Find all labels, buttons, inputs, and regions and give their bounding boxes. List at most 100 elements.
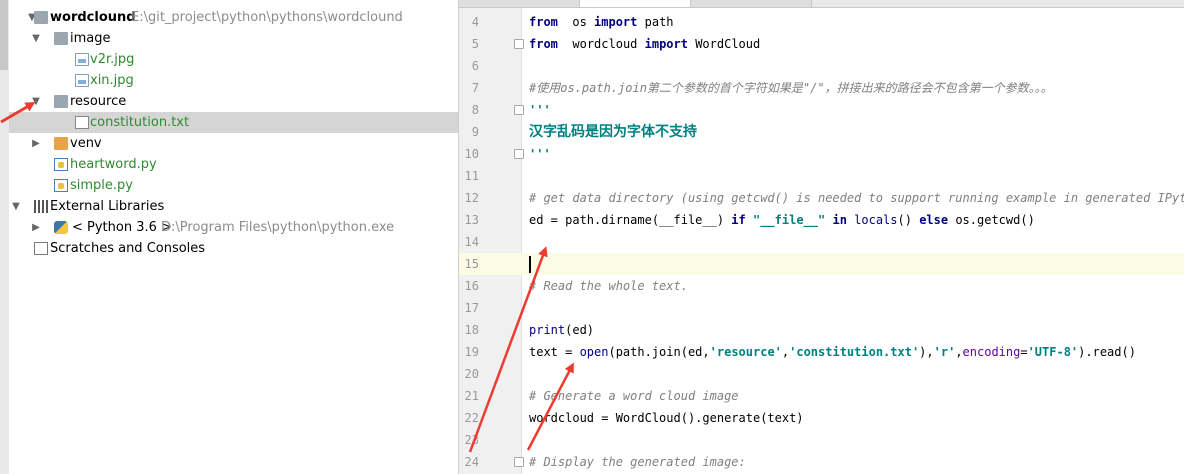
code-text: wordcloud = WordCloud().generate(text) <box>529 411 804 425</box>
libraries-label: External Libraries <box>50 199 165 214</box>
text-caret <box>529 256 531 273</box>
tree-item-v2r[interactable]: v2r.jpg <box>9 49 458 70</box>
editor-tab-bar[interactable] <box>459 0 1184 8</box>
code-text: from os import path <box>529 15 674 29</box>
code-line[interactable]: 20 <box>459 363 1184 385</box>
line-number: 4 <box>471 15 479 29</box>
code-line[interactable]: 15 <box>459 253 1184 275</box>
tree-item-constitution[interactable]: constitution.txt <box>9 112 458 133</box>
project-tree[interactable]: ▼ wordclound E:\git_project\python\pytho… <box>9 0 459 474</box>
folder-label: venv <box>70 136 102 151</box>
text-file-icon <box>75 116 89 129</box>
code-text: ed = path.dirname(__file__) if "__file__… <box>529 213 1035 227</box>
code-text: ''' <box>529 103 551 117</box>
code-line[interactable]: 9 汉字乱码是因为字体不支持 <box>459 121 1184 143</box>
code-text: from wordcloud import WordCloud <box>529 37 761 51</box>
code-line[interactable]: 17 <box>459 297 1184 319</box>
tree-item-external-libraries[interactable]: ▼ External Libraries <box>9 196 458 217</box>
code-line[interactable]: 8 ''' <box>459 99 1184 121</box>
line-number: 17 <box>464 301 479 315</box>
scratches-label: Scratches and Consoles <box>50 241 206 256</box>
code-line[interactable]: 5 from wordcloud import WordCloud <box>459 33 1184 55</box>
line-number: 14 <box>464 235 479 249</box>
sdk-name: < Python 3.6 > <box>72 220 172 235</box>
line-number: 6 <box>471 59 479 73</box>
code-line[interactable]: 21 # Generate a word cloud image <box>459 385 1184 407</box>
line-number: 22 <box>464 411 479 425</box>
folder-icon <box>34 11 48 24</box>
code-line[interactable]: 6 <box>459 55 1184 77</box>
fold-icon[interactable] <box>514 105 524 115</box>
line-number: 16 <box>464 279 479 293</box>
line-number: 24 <box>464 455 479 469</box>
line-number: 18 <box>464 323 479 337</box>
image-file-icon <box>75 53 89 66</box>
code-line[interactable]: 23 <box>459 429 1184 451</box>
fold-icon[interactable] <box>514 149 524 159</box>
tree-item-python-sdk[interactable]: ▶ < Python 3.6 > D:\Program Files\python… <box>9 217 458 238</box>
code-line[interactable]: 24 # Display the generated image: <box>459 451 1184 473</box>
chevron-right-icon[interactable]: ▶ <box>31 133 41 154</box>
line-number: 13 <box>464 213 479 227</box>
code-text: ''' <box>529 147 551 161</box>
editor-tab-active[interactable] <box>580 0 691 7</box>
fold-icon[interactable] <box>514 457 524 467</box>
code-line[interactable]: 14 <box>459 231 1184 253</box>
folder-icon <box>54 95 68 108</box>
code-line[interactable]: 22 wordcloud = WordCloud().generate(text) <box>459 407 1184 429</box>
line-number: 20 <box>464 367 479 381</box>
editor-tab[interactable] <box>691 0 812 7</box>
code-line[interactable]: 11 <box>459 165 1184 187</box>
code-line[interactable]: 13 ed = path.dirname(__file__) if "__file… <box>459 209 1184 231</box>
tree-item-xin[interactable]: xin.jpg <box>9 70 458 91</box>
code-line[interactable]: 19 text = open(path.join(ed,'resource','c… <box>459 341 1184 363</box>
code-text: print(ed) <box>529 323 595 337</box>
tree-item-venv[interactable]: ▶ venv <box>9 133 458 154</box>
sdk-path: D:\Program Files\python\python.exe <box>161 220 395 235</box>
editor-tab[interactable] <box>459 0 580 7</box>
image-file-icon <box>75 74 89 87</box>
code-text: #使用os.path.join第二个参数的首个字符如果是"/"，拼接出来的路径会… <box>529 81 1053 95</box>
scratches-icon <box>34 242 48 255</box>
tree-item-resource[interactable]: ▼ resource <box>9 91 458 112</box>
tree-item-simple[interactable]: simple.py <box>9 175 458 196</box>
root-path: E:\git_project\python\pythons\wordclound <box>131 10 403 25</box>
code-text: # Read the whole text. <box>529 279 688 293</box>
line-number: 11 <box>464 169 479 183</box>
tree-item-image[interactable]: ▼ image <box>9 28 458 49</box>
code-line[interactable]: 7 #使用os.path.join第二个参数的首个字符如果是"/"，拼接出来的路径… <box>459 77 1184 99</box>
code-line[interactable]: 4 from os import path <box>459 11 1184 33</box>
file-label: simple.py <box>70 178 133 193</box>
fold-icon[interactable] <box>514 39 524 49</box>
code-line[interactable]: 18 print(ed) <box>459 319 1184 341</box>
python-file-icon <box>54 158 68 171</box>
chevron-right-icon[interactable]: ▶ <box>31 217 41 238</box>
line-number: 19 <box>464 345 479 359</box>
code-line[interactable]: 16 # Read the whole text. <box>459 275 1184 297</box>
code-text: # Display the generated image: <box>529 455 746 469</box>
file-label: constitution.txt <box>90 115 190 130</box>
file-label: xin.jpg <box>90 73 134 88</box>
line-number: 5 <box>471 37 479 51</box>
library-icon <box>34 200 48 213</box>
code-line[interactable]: 10 ''' <box>459 143 1184 165</box>
tree-root[interactable]: ▼ wordclound E:\git_project\python\pytho… <box>9 7 458 28</box>
chevron-down-icon[interactable]: ▼ <box>31 28 41 49</box>
folder-icon <box>54 32 68 45</box>
line-number: 7 <box>471 81 479 95</box>
chevron-down-icon[interactable]: ▼ <box>31 91 41 112</box>
line-number: 10 <box>464 147 479 161</box>
code-line[interactable]: 12 # get data directory (using getcwd() i… <box>459 187 1184 209</box>
chevron-down-icon[interactable]: ▼ <box>11 196 21 217</box>
tree-item-scratches[interactable]: Scratches and Consoles <box>9 238 458 259</box>
tree-item-heartword[interactable]: heartword.py <box>9 154 458 175</box>
code-text: 汉字乱码是因为字体不支持 <box>529 124 697 140</box>
code-editor[interactable]: 4 from os import path 5 from wordcloud impo… <box>459 0 1184 474</box>
folder-label: resource <box>70 94 127 109</box>
file-label: v2r.jpg <box>90 52 135 67</box>
code-text: # get data directory (using getcwd() is … <box>529 191 1184 205</box>
folder-label: image <box>70 31 111 46</box>
line-number: 15 <box>464 257 479 271</box>
project-tool-tab[interactable] <box>0 0 8 70</box>
python-file-icon <box>54 179 68 192</box>
